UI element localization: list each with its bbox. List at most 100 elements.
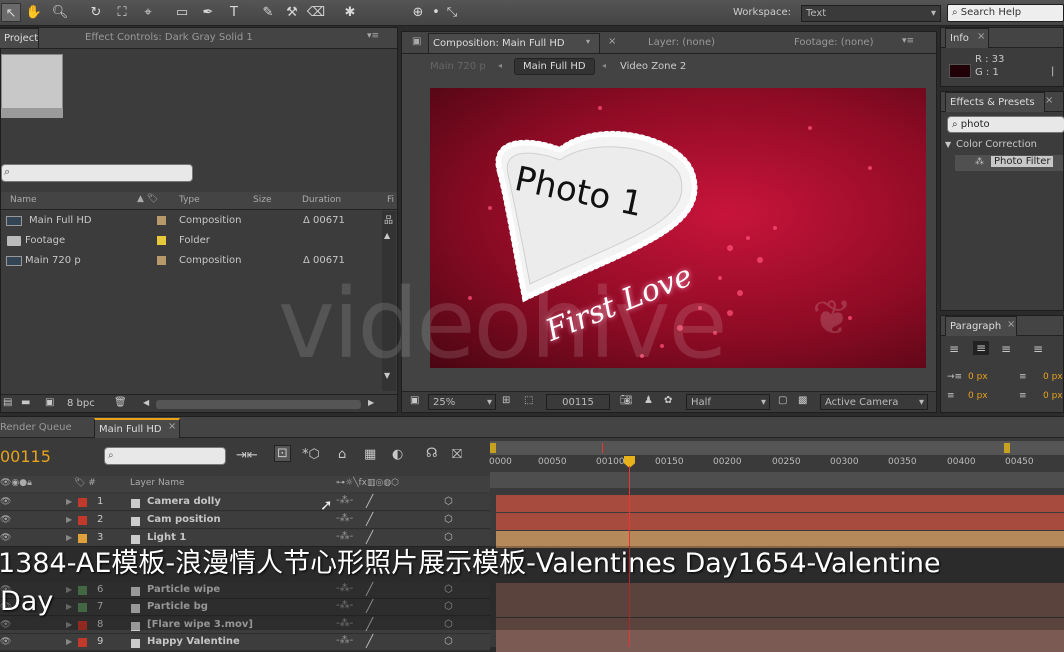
column-duration[interactable]: Duration <box>302 195 341 205</box>
scroll-right-icon[interactable]: ▶ <box>368 398 374 407</box>
3d-layer-icon[interactable]: ⬡ <box>444 514 453 525</box>
quality-switch-icon[interactable]: ╱ <box>366 512 373 526</box>
label-color-swatch[interactable] <box>78 534 87 543</box>
chevron-right-icon[interactable]: ▶ <box>66 637 72 646</box>
interpret-footage-icon[interactable]: ▤ <box>3 397 12 408</box>
breadcrumb-video-zone-2[interactable]: Video Zone 2 <box>620 61 686 72</box>
axis-mode-icon[interactable]: ⊕ <box>408 3 428 22</box>
flowchart-icon[interactable]: 品 <box>384 213 393 226</box>
close-icon[interactable]: × <box>1045 95 1053 106</box>
clone-stamp-tool-icon[interactable]: ⚒ <box>282 3 302 22</box>
layer-duration-bar[interactable] <box>496 513 1064 530</box>
tab-render-queue[interactable]: Render Queue <box>0 418 76 438</box>
lock-icon[interactable]: ▣ <box>412 36 421 47</box>
tab-project[interactable]: Project <box>0 28 39 48</box>
type-tool-icon[interactable]: T <box>224 3 244 22</box>
draft-3d-icon[interactable]: *⬡ <box>302 447 320 462</box>
show-snapshot-icon[interactable]: ♟ <box>644 395 653 406</box>
table-row[interactable]: 👁︎ ▶ 2 Cam position -⁂- ╱ ⬡ <box>0 512 490 529</box>
chevron-right-icon[interactable]: ▶ <box>66 533 72 542</box>
visibility-eye-icon[interactable]: 👁︎ <box>0 533 11 543</box>
indent-left-value[interactable]: 0 px <box>968 372 988 382</box>
quality-switch-icon[interactable]: ╱ <box>366 494 373 508</box>
table-row[interactable]: 👁︎ ▶ 9 Happy Valentine -⁂- ╱ ⬡ <box>0 634 490 651</box>
chevron-right-icon[interactable]: ▶ <box>66 515 72 524</box>
rectangle-tool-icon[interactable]: ▭ <box>172 3 192 22</box>
column-size[interactable]: Size <box>253 195 271 205</box>
visibility-eye-icon[interactable]: 👁︎ <box>0 497 11 507</box>
tab-composition[interactable]: Composition: Main Full HD <box>428 33 600 53</box>
3d-layer-icon[interactable]: ⬡ <box>444 636 453 647</box>
new-composition-icon[interactable]: ▣ <box>45 397 54 408</box>
close-icon[interactable]: × <box>608 36 616 47</box>
chevron-up-icon[interactable]: ▲ <box>384 231 390 240</box>
close-icon[interactable]: × <box>977 31 985 42</box>
hand-tool-icon[interactable]: ✋ <box>24 3 44 22</box>
column-file[interactable]: Fi <box>387 195 394 205</box>
current-time-field[interactable]: 00115 <box>546 394 610 410</box>
new-folder-icon[interactable]: ▬ <box>21 397 30 408</box>
3d-layer-icon[interactable]: ⬡ <box>444 496 453 507</box>
chevron-right-icon[interactable]: ▶ <box>66 497 72 506</box>
label-color-swatch[interactable] <box>157 216 166 225</box>
work-area-bar[interactable] <box>490 441 1064 455</box>
panel-menu-icon[interactable]: ▾≡ <box>902 36 914 46</box>
shy-switch-icon[interactable]: -⁂- <box>336 495 353 506</box>
selection-tool-icon[interactable]: ↖ <box>1 3 21 22</box>
project-search-input[interactable]: ⌕ <box>1 164 193 182</box>
grid-icon[interactable]: ⊞ <box>502 395 510 406</box>
justify-icon[interactable]: ≡ <box>1033 342 1043 356</box>
tab-effects-presets[interactable]: Effects & Presets <box>945 92 1045 112</box>
snapshot-camera-icon[interactable]: 📷︎ <box>620 395 633 406</box>
layer-name[interactable]: Light 1 <box>147 532 186 543</box>
live-update-icon[interactable]: ⊡ <box>274 445 291 462</box>
indent-right-value[interactable]: 0 px <box>1043 372 1063 382</box>
layer-duration-bar[interactable] <box>496 635 1064 652</box>
composition-mini-flowchart-icon[interactable]: ⇥⇤ <box>236 448 258 463</box>
pan-behind-tool-icon[interactable]: ⌖ <box>138 3 158 22</box>
effects-search-input[interactable]: ⌕ photo <box>947 116 1064 133</box>
visibility-eye-icon[interactable]: 👁︎ <box>0 515 11 525</box>
table-row[interactable]: 👁︎ ▶ 3 Light 1 -⁂- ╱ ⬡ <box>0 530 490 547</box>
camera-view-select[interactable]: Active Camera ▾ <box>820 394 928 410</box>
work-area-end-handle[interactable] <box>1004 443 1010 453</box>
layer-name[interactable]: Cam position <box>147 514 221 525</box>
breadcrumb-main-720p[interactable]: Main 720 p <box>430 61 486 72</box>
brainstorm-icon[interactable]: ⛝ <box>452 447 462 462</box>
work-area-start-handle[interactable] <box>490 443 496 453</box>
brush-tool-icon[interactable]: ✎ <box>258 3 278 22</box>
color-channels-icon[interactable]: ✿ <box>664 395 672 406</box>
transparency-grid-icon[interactable]: ▩ <box>798 395 807 406</box>
column-layer-name[interactable]: Layer Name <box>130 478 185 488</box>
timeline-search-input[interactable]: ⌕ <box>104 447 226 465</box>
hide-shy-layers-icon[interactable]: ⌂ <box>338 447 346 462</box>
effect-item-row[interactable]: ⁂ Photo Filter <box>955 155 1063 171</box>
column-type[interactable]: Type <box>179 195 200 205</box>
shy-switch-icon[interactable]: -⁂- <box>336 513 353 524</box>
list-item[interactable]: Main Full HD Composition Δ 00671 <box>1 211 381 230</box>
label-color-swatch[interactable] <box>78 638 87 647</box>
mask-visibility-icon[interactable]: ⬚ <box>524 395 533 406</box>
search-help-field[interactable]: ⌕ Search Help <box>947 4 1064 22</box>
zoom-select[interactable]: 25% ▾ <box>428 394 496 410</box>
layer-name[interactable]: Camera dolly <box>147 496 221 507</box>
graph-editor-icon[interactable]: ☊ <box>426 446 438 461</box>
motion-blur-icon[interactable]: ◐ <box>392 447 403 462</box>
table-row[interactable]: 👁︎ ▶ 1 Camera dolly -⁂- ╱ ⬡ <box>0 494 490 511</box>
chevron-down-icon[interactable]: ▾ <box>586 37 590 46</box>
breadcrumb-main-full-hd[interactable]: Main Full HD <box>514 58 595 75</box>
quality-switch-icon[interactable]: ╱ <box>366 530 373 544</box>
panel-menu-icon[interactable]: ▾≡ <box>367 31 379 41</box>
frame-blending-icon[interactable]: ▦ <box>364 447 376 462</box>
puppet-tool-icon[interactable]: ✱ <box>340 3 360 22</box>
close-icon[interactable]: × <box>1007 319 1015 330</box>
sort-tag-icon[interactable]: ▲ 🏷︎ <box>137 194 158 204</box>
timeline-timecode[interactable]: 00115 <box>0 447 51 466</box>
tab-effect-controls[interactable]: Effect Controls: Dark Gray Solid 1 <box>81 28 257 48</box>
shy-switch-icon[interactable]: -⁂- <box>336 635 353 646</box>
align-left-icon[interactable]: ≡ <box>949 342 959 356</box>
close-icon[interactable]: × <box>168 421 176 432</box>
zoom-tool-icon[interactable]: 🔍︎ <box>50 3 70 22</box>
tab-layer[interactable]: Layer: (none) <box>644 33 719 53</box>
layer-duration-bar[interactable] <box>496 495 1064 512</box>
